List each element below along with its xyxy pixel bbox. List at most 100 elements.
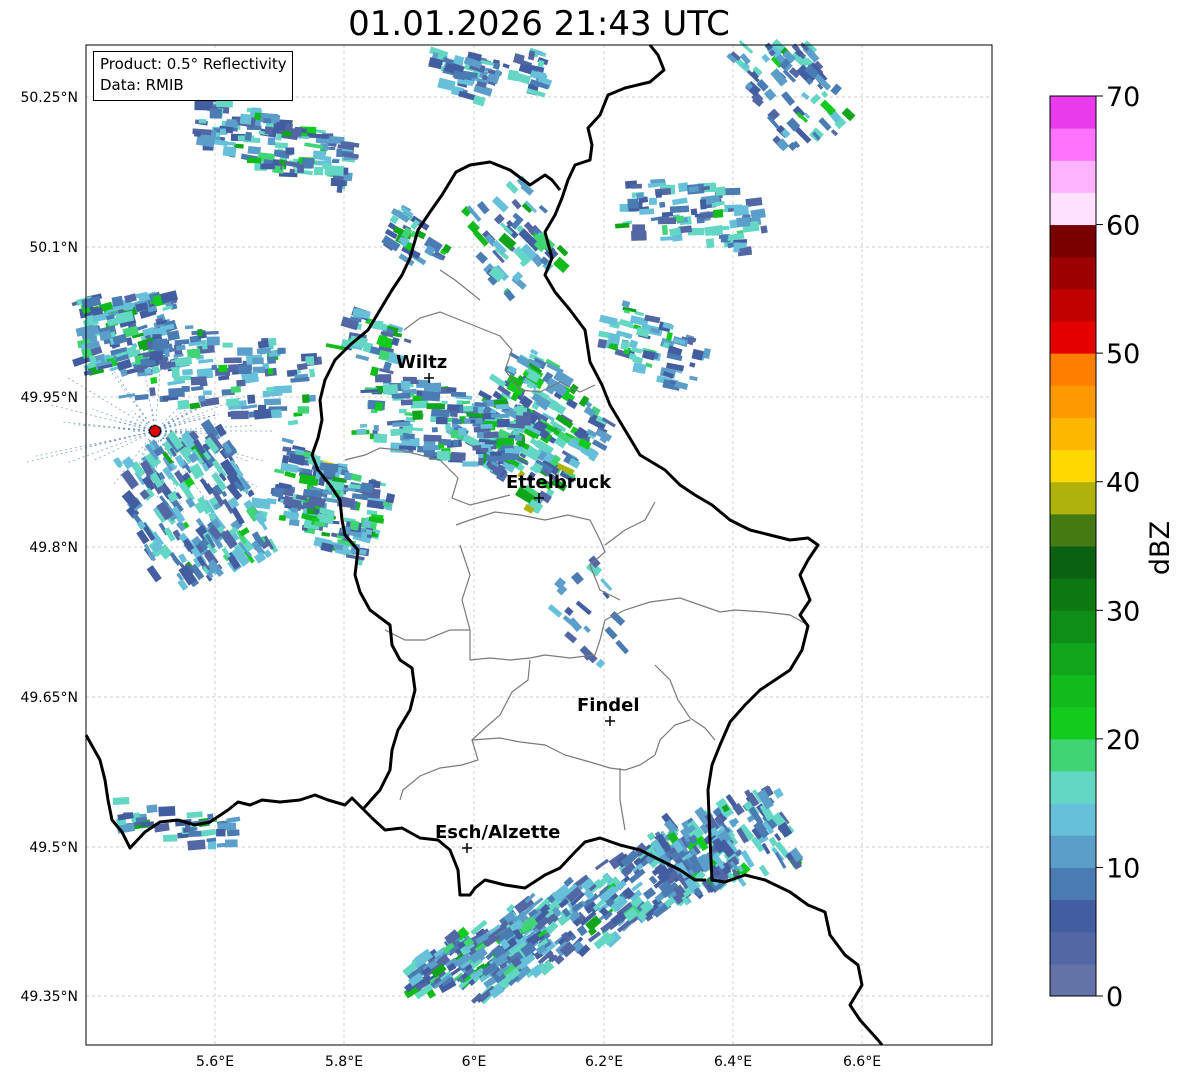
echo-cell (659, 201, 666, 208)
echo-cell (85, 315, 93, 323)
colorbar-segment (1050, 96, 1096, 129)
echo-cell (374, 402, 383, 412)
echo-cell (123, 302, 134, 311)
colorbar-segment (1050, 481, 1096, 515)
echo-cell (236, 379, 246, 387)
colorbar-segment (1050, 224, 1096, 258)
echo-cell (188, 830, 202, 837)
echo-cell (435, 416, 448, 425)
echo-cell (343, 472, 352, 481)
echo-cell (360, 482, 374, 494)
echo-cell (247, 394, 256, 404)
echo-cell (736, 217, 751, 228)
longitude-labels: 5.6°E 5.8°E 6°E 6.2°E 6.4°E 6.6°E (196, 1054, 881, 1070)
echo-cell (194, 131, 201, 137)
echo-cell (636, 192, 644, 199)
echo-cell (485, 455, 505, 462)
radar-map[interactable]: Wiltz Ettelbruck Findel Esch/Alzette 50.… (0, 0, 1184, 1081)
echo-cell (356, 428, 367, 435)
echo-cell (226, 141, 236, 146)
echo-cell (349, 520, 360, 531)
colorbar-segment (1050, 288, 1096, 322)
echo-cell (281, 119, 293, 124)
colorbar-tick-label: 10 (1106, 853, 1140, 884)
echo-cell (226, 398, 240, 407)
echo-cell (150, 377, 158, 385)
echo-cell (158, 806, 176, 817)
echo-cell (253, 408, 272, 420)
echo-cell (246, 157, 262, 164)
lon-label: 6°E (462, 1054, 487, 1070)
lon-label: 5.8°E (325, 1054, 363, 1070)
echo-cell (359, 423, 368, 428)
echo-cell (248, 411, 255, 418)
echo-cell (272, 159, 280, 166)
echo-cell (163, 834, 178, 842)
echo-cell (677, 182, 689, 193)
echo-cell (700, 199, 707, 210)
echo-cell (655, 191, 662, 198)
colorbar-segment (1050, 706, 1096, 740)
echo-cell (197, 395, 206, 403)
echo-cell (219, 128, 226, 135)
echo-cell (649, 197, 657, 205)
echo-cell (253, 112, 262, 121)
colorbar-segment (1050, 160, 1096, 193)
echo-cell (431, 427, 438, 433)
echo-cell (163, 347, 170, 358)
echo-cell (171, 367, 180, 378)
lon-label: 5.6°E (196, 1054, 234, 1070)
echo-cell (382, 384, 399, 395)
echo-cell (222, 342, 233, 348)
echo-cell (228, 364, 239, 373)
echo-cell (111, 295, 124, 308)
echo-cell (480, 447, 489, 453)
echo-cell (230, 386, 241, 393)
colorbar-segment (1050, 610, 1096, 643)
lon-label: 6.4°E (714, 1054, 752, 1070)
lat-label: 49.65°N (20, 690, 78, 706)
colorbar-tick-label: 0 (1106, 982, 1123, 1013)
echo-cell (632, 224, 645, 232)
echo-cell (205, 330, 219, 335)
echo-cell (458, 427, 467, 436)
radar-site-icon[interactable] (149, 425, 161, 437)
echo-cell (514, 434, 523, 441)
colorbar-segment (1050, 449, 1096, 483)
echo-cell (218, 364, 228, 373)
echo-cell (447, 386, 457, 393)
echo-cell (226, 829, 240, 837)
echo-cell (168, 387, 185, 398)
echo-cell (260, 163, 275, 170)
echo-cell (152, 334, 162, 340)
echo-cell (412, 410, 423, 421)
echo-cell (187, 839, 206, 851)
colorbar-segment (1050, 835, 1096, 868)
echo-cell (313, 166, 324, 176)
echo-cell (285, 122, 293, 132)
echo-cell (278, 514, 287, 521)
colorbar-segment (1050, 963, 1096, 997)
echo-cell (285, 147, 295, 155)
data-source-label: Data: RMIB (100, 76, 184, 94)
colorbar-ticks: 0 10 20 30 40 50 60 70 (1096, 82, 1140, 1013)
echo-cell (373, 433, 388, 444)
echo-cell (237, 347, 253, 356)
echo-cell (631, 183, 642, 189)
echo-cell (597, 338, 607, 349)
echo-cell (403, 433, 415, 439)
colorbar-tick-label: 60 (1106, 211, 1140, 242)
colorbar-segment (1050, 256, 1096, 290)
echo-cell (483, 431, 499, 439)
echo-cell (312, 150, 326, 160)
echo-cell (225, 839, 238, 848)
echo-cell (222, 146, 237, 157)
colorbar-segment (1050, 385, 1096, 418)
echo-cell (197, 328, 204, 337)
echo-cell (450, 410, 458, 418)
echo-cell (441, 400, 448, 405)
echo-cell (495, 404, 510, 410)
city-label-wiltz: Wiltz (396, 352, 447, 373)
echo-cell (382, 374, 391, 384)
echo-cell (421, 391, 441, 402)
